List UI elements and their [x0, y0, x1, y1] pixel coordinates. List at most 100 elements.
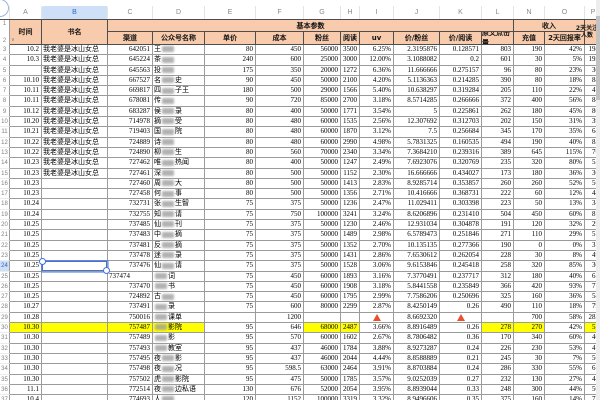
cell-N13[interactable]: 645 — [514, 148, 545, 158]
cell-K7[interactable]: 0.319284 — [440, 86, 482, 96]
cell-J8[interactable]: 8.5714285 — [394, 96, 440, 106]
cell-K17[interactable]: 0.368731 — [440, 189, 482, 199]
cell-J16[interactable]: 8.9285714 — [394, 179, 440, 189]
cell-B14[interactable]: 我老婆是冰山女总裁 — [42, 158, 108, 168]
cell-I3[interactable]: 6.25% — [360, 45, 394, 55]
cell-A17[interactable]: 10.23 — [10, 189, 42, 199]
row-header-30[interactable]: 30 — [0, 323, 10, 333]
cell-I34[interactable]: 3.91% — [360, 364, 394, 374]
cell-D8[interactable]: 传 — [153, 96, 205, 106]
cell-L36[interactable]: 248 — [482, 385, 514, 395]
cell-N10[interactable]: 150 — [514, 117, 545, 127]
cell-K27[interactable]: 0.250696 — [440, 292, 482, 302]
cell-B15[interactable]: 我老婆是冰山女总裁 — [42, 169, 108, 179]
cell-J14[interactable]: 7.6923076 — [394, 158, 440, 168]
cell-D29[interactable]: 课单 — [153, 313, 205, 323]
cell-C33[interactable]: 757495 — [108, 354, 153, 364]
cell-I30[interactable]: 3.66% — [360, 323, 394, 333]
cell-G36[interactable]: 52000 — [304, 385, 341, 395]
cell-E33[interactable]: 95 — [205, 354, 256, 364]
cell-L9[interactable]: 262 — [482, 107, 514, 117]
cell-N23[interactable]: 30 — [514, 251, 545, 261]
cell-O35[interactable]: 27% — [545, 375, 585, 385]
cell-N11[interactable]: 170 — [514, 127, 545, 137]
cell-N26[interactable]: 420 — [514, 282, 545, 292]
cell-H28[interactable]: 2299 — [341, 302, 360, 312]
row-header-27[interactable]: 27 — [0, 292, 10, 302]
cell-B25[interactable] — [42, 272, 108, 282]
cell-O14[interactable]: 80% — [545, 158, 585, 168]
cell-E4[interactable]: 240 — [205, 55, 256, 65]
cell-L19[interactable]: 504 — [482, 210, 514, 220]
cell-G14[interactable]: 50000 — [304, 158, 341, 168]
cell-F32[interactable]: 437 — [256, 344, 304, 354]
cell-E32[interactable]: 95 — [205, 344, 256, 354]
cell-N18[interactable]: 50 — [514, 199, 545, 209]
cell-N4[interactable]: 30 — [514, 55, 545, 65]
cell-O37[interactable]: 14% — [545, 395, 585, 400]
cell-D34[interactable]: 夜况 — [153, 364, 205, 374]
header-G[interactable]: 粉丝 — [304, 32, 341, 45]
cell-H30[interactable]: 2487 — [341, 323, 360, 333]
cell-I10[interactable]: 2.56% — [360, 117, 394, 127]
cell-K20[interactable]: 0.304878 — [440, 220, 482, 230]
cell-K16[interactable]: 0.353857 — [440, 179, 482, 189]
cell-J17[interactable]: 10.416666 — [394, 189, 440, 199]
header-F[interactable]: 成本 — [256, 32, 304, 45]
cell-C17[interactable]: 727458 — [108, 189, 153, 199]
header-time[interactable]: 时间 ∨ — [10, 20, 42, 45]
cell-O29[interactable]: 58% — [545, 313, 585, 323]
cell-H25[interactable]: 1893 — [341, 272, 360, 282]
cell-E8[interactable]: 90 — [205, 96, 256, 106]
cell-L10[interactable]: 202 — [482, 117, 514, 127]
cell-E20[interactable]: 75 — [205, 220, 256, 230]
cell-N34[interactable]: 330 — [514, 364, 545, 374]
cell-L33[interactable]: 245 — [482, 354, 514, 364]
cell-B34[interactable] — [42, 364, 108, 374]
cell-E21[interactable]: 75 — [205, 230, 256, 240]
cell-N15[interactable]: 180 — [514, 169, 545, 179]
cell-D19[interactable]: 知请 — [153, 210, 205, 220]
cell-O17[interactable]: 12% — [545, 189, 585, 199]
cell-C24[interactable]: 737476 — [108, 261, 153, 271]
column-header-J[interactable]: J — [394, 6, 440, 19]
cell-E25[interactable]: 75 — [205, 272, 256, 282]
cell-D27[interactable]: 古 — [153, 292, 205, 302]
cell-D37[interactable]: 人 — [153, 395, 205, 400]
cell-H23[interactable]: 1431 — [341, 251, 360, 261]
cell-H22[interactable]: 1352 — [341, 241, 360, 251]
cell-C21[interactable]: 737483 — [108, 230, 153, 240]
cell-G24[interactable]: 50000 — [304, 261, 341, 271]
cell-J20[interactable]: 12.931034 — [394, 220, 440, 230]
cell-C29[interactable]: 750016 — [108, 313, 153, 323]
cell-G20[interactable]: 50000 — [304, 220, 341, 230]
cell-A19[interactable]: 10.24 — [10, 210, 42, 220]
cell-G34[interactable]: 63000 — [304, 364, 341, 374]
cell-C37[interactable]: 774693 — [108, 395, 153, 400]
cell-J32[interactable]: 8.9273287 — [394, 344, 440, 354]
cell-L11[interactable]: 345 — [482, 127, 514, 137]
selection-handle-bottom-right[interactable] — [103, 267, 110, 274]
cell-L23[interactable]: 228 — [482, 251, 514, 261]
cell-A35[interactable]: 10.30 — [10, 375, 42, 385]
cell-C13[interactable]: 724890 — [108, 148, 153, 158]
cell-D35[interactable]: 虎影院 — [153, 375, 205, 385]
cell-J31[interactable]: 8.7806482 — [394, 333, 440, 343]
cell-B8[interactable]: 我老婆是冰山女总裁 — [42, 96, 108, 106]
cell-I36[interactable]: 3.95% — [360, 385, 394, 395]
cell-H16[interactable]: 1413 — [341, 179, 360, 189]
cell-G9[interactable]: 50000 — [304, 107, 341, 117]
cell-L25[interactable]: 312 — [482, 272, 514, 282]
column-header-L[interactable]: L — [482, 6, 514, 19]
cell-I19[interactable]: 3.24% — [360, 210, 394, 220]
cell-D17[interactable]: 何事 — [153, 189, 205, 199]
cell-O13[interactable]: 115% — [545, 148, 585, 158]
cell-G21[interactable]: 50000 — [304, 230, 341, 240]
cell-O21[interactable]: 29% — [545, 230, 585, 240]
cell-J9[interactable]: 5 — [394, 107, 440, 117]
cell-E23[interactable]: 75 — [205, 251, 256, 261]
cell-D28[interactable]: 录 — [153, 302, 205, 312]
cell-F9[interactable]: 400 — [256, 107, 304, 117]
cell-I37[interactable]: 3.32% — [360, 395, 394, 400]
cell-L5[interactable]: 96 — [482, 66, 514, 76]
